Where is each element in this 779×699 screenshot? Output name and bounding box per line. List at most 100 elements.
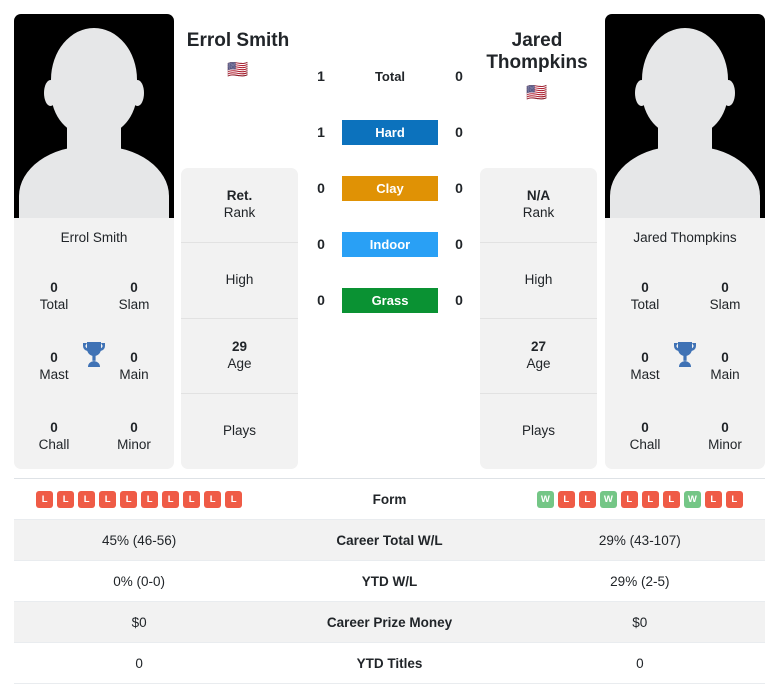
form-badge-loss: L <box>704 490 722 508</box>
info-section-rank-right: N/A Rank <box>480 168 597 244</box>
titles-value: 0 <box>130 420 138 436</box>
info-label: Plays <box>521 422 555 438</box>
h2h-score-left: 0 <box>317 180 325 196</box>
avatar-photo-right <box>605 14 765 218</box>
titles-row: 0 Chall 0 Minor <box>14 402 174 469</box>
form-badges-right: WLLWLLLWLL <box>515 490 765 508</box>
table-row: 0 YTD Titles 0 <box>14 643 765 684</box>
titles-label: Slam <box>709 297 741 312</box>
info-value: Ret. <box>226 188 253 204</box>
h2h-surface-clay[interactable]: Clay <box>342 175 438 201</box>
page-title-right-line2: Thompkins <box>486 52 588 74</box>
h2h-score-right: 0 <box>455 292 463 308</box>
h2h-score-right: 0 <box>455 180 463 196</box>
h2h-score-left: 0 <box>317 292 325 308</box>
stat-value-right: 29% (2-5) <box>610 573 670 589</box>
form-badge-loss: L <box>36 490 54 508</box>
h2h-surface-grass[interactable]: Grass <box>342 287 438 313</box>
titles-label: Chall <box>38 437 70 452</box>
stat-value-left: 0% (0-0) <box>113 573 166 589</box>
info-section-age-right: 27 Age <box>480 319 597 394</box>
table-row: $0 Career Prize Money $0 <box>14 602 765 643</box>
avatar-silhouette-ear-right-icon <box>722 80 735 106</box>
table-row: 0% (0-0) YTD W/L 29% (2-5) <box>14 561 765 602</box>
avatar-silhouette-ear-left-icon <box>44 80 57 106</box>
h2h-surface-total: Total <box>374 68 406 84</box>
comparison-header: Errol Smith 0 Total 0 Slam 0 Mast 0 Main… <box>0 0 779 470</box>
info-value: 27 <box>530 338 547 354</box>
info-value: N/A <box>526 188 551 204</box>
form-badge-loss: L <box>204 490 222 508</box>
form-badge-win: W <box>536 490 554 508</box>
flag-icon-right: 🇺🇸 <box>526 82 548 102</box>
player-card-right[interactable]: Jared Thompkins 0 Total 0 Slam 0 Mast 0 … <box>605 14 765 469</box>
titles-cell: 0 Minor <box>94 420 174 454</box>
h2h-score-left: 1 <box>317 124 325 140</box>
info-label: Age <box>526 355 551 371</box>
stat-label: YTD Titles <box>356 655 423 671</box>
form-badge-loss: L <box>78 490 96 508</box>
titles-value: 0 <box>130 280 138 296</box>
titles-cell: 0 Slam <box>685 280 765 314</box>
form-badge-win: W <box>599 490 617 508</box>
h2h-row-clay: 0 Clay 0 <box>300 174 480 202</box>
avatar-silhouette-ear-left-icon <box>635 80 648 106</box>
avatar-photo-left <box>14 14 174 218</box>
player-comparison-page: Errol Smith 0 Total 0 Slam 0 Mast 0 Main… <box>0 0 779 699</box>
titles-label: Slam <box>118 297 150 312</box>
info-card-right: N/A Rank High 27 Age Plays <box>480 168 597 469</box>
h2h-score-left: 0 <box>317 236 325 252</box>
titles-cell: 0 Chall <box>14 420 94 454</box>
trophy-icon <box>670 338 700 372</box>
info-section-age-left: 29 Age <box>181 319 298 394</box>
stat-label: Form <box>372 491 407 507</box>
head-to-head-surfaces: 1 Total 0 1 Hard 0 0 Clay 0 0 Indoor 0 0 <box>300 62 480 314</box>
titles-cell: 0 Total <box>605 280 685 314</box>
stats-table: LLLLLLLLLL Form WLLWLLLWLL 45% (46-56) C… <box>14 478 765 684</box>
page-title-left: Errol Smith <box>186 30 290 51</box>
trophy-icon <box>79 338 109 372</box>
form-badge-loss: L <box>120 490 138 508</box>
player-name-header-left: Errol Smith 🇺🇸 <box>158 30 318 78</box>
h2h-surface-indoor[interactable]: Indoor <box>342 231 438 257</box>
info-section-plays-left: Plays <box>181 394 298 469</box>
form-badge-loss: L <box>225 490 243 508</box>
player-card-left[interactable]: Errol Smith 0 Total 0 Slam 0 Mast 0 Main… <box>14 14 174 469</box>
titles-label: Total <box>630 297 660 312</box>
h2h-row-indoor: 0 Indoor 0 <box>300 230 480 258</box>
player-name-header-right: Jared Thompkins 🇺🇸 <box>457 30 617 101</box>
titles-value: 0 <box>721 420 729 436</box>
stat-value-left: 45% (46-56) <box>102 532 177 548</box>
form-badge-win: W <box>683 490 701 508</box>
h2h-row-grass: 0 Grass 0 <box>300 286 480 314</box>
table-row-form: LLLLLLLLLL Form WLLWLLLWLL <box>14 479 765 520</box>
titles-value: 0 <box>721 280 729 296</box>
titles-label: Chall <box>629 437 661 452</box>
form-badge-loss: L <box>57 490 75 508</box>
info-label: Plays <box>222 422 256 438</box>
form-badge-loss: L <box>578 490 596 508</box>
form-badge-loss: L <box>662 490 680 508</box>
h2h-score-right: 0 <box>455 236 463 252</box>
stat-value-left: 0 <box>135 655 143 671</box>
form-badge-loss: L <box>99 490 117 508</box>
form-badge-loss: L <box>641 490 659 508</box>
page-title-right-line1: Jared <box>511 30 563 51</box>
form-badge-loss: L <box>183 490 201 508</box>
titles-cell: 0 Slam <box>94 280 174 314</box>
table-row: 45% (46-56) Career Total W/L 29% (43-107… <box>14 520 765 561</box>
stat-label: Career Prize Money <box>326 614 453 630</box>
titles-row: 0 Chall 0 Minor <box>605 402 765 469</box>
titles-label: Minor <box>117 437 151 452</box>
info-section-rank-left: Ret. Rank <box>181 168 298 244</box>
info-label: High <box>524 271 553 287</box>
avatar-silhouette-body-icon <box>610 146 760 218</box>
info-label: High <box>225 271 254 287</box>
info-section-high-left: High <box>181 243 298 319</box>
flag-icon-left: 🇺🇸 <box>227 60 249 80</box>
info-label: Rank <box>223 205 256 221</box>
avatar-silhouette-body-icon <box>19 146 169 218</box>
info-label: Age <box>227 355 252 371</box>
h2h-surface-hard[interactable]: Hard <box>342 119 438 145</box>
info-label: Rank <box>522 205 555 221</box>
